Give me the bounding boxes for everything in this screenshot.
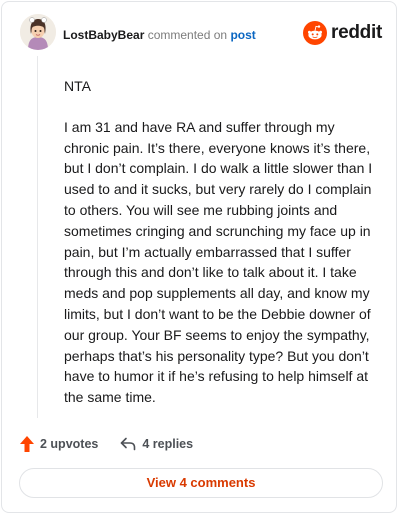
comment-header: LostBabyBear commented on post reddit [20,14,382,58]
upvote-arrow-icon [20,436,34,452]
user-avatar[interactable] [20,14,56,50]
thread-line [37,56,38,418]
cartoon-avatar-icon [20,14,56,50]
comment-card: LostBabyBear commented on post reddit NT… [1,1,397,513]
comment-footer: 2 upvotes 4 replies [20,434,193,454]
comment-paragraph: NTA [64,78,91,94]
comment-body: NTA I am 31 and have RA and suffer throu… [64,76,380,428]
upvote-count: 2 upvotes [40,437,99,451]
post-link[interactable]: post [230,28,255,42]
reply-arrow-icon [121,437,136,451]
view-comments-button[interactable]: View 4 comments [19,468,383,498]
reddit-logo[interactable]: reddit [303,20,382,46]
reddit-snoo-icon [303,21,328,45]
replies-button[interactable]: 4 replies [120,437,193,451]
upvote-button[interactable]: 2 upvotes [20,436,98,452]
reddit-wordmark: reddit [331,22,382,43]
comment-paragraph: I am 31 and have RA and suffer through m… [64,118,373,406]
attribution-action-text: commented on [147,28,228,42]
comment-attribution: LostBabyBear commented on post [63,28,256,42]
reply-count: 4 replies [142,437,194,451]
username-link[interactable]: LostBabyBear [63,28,144,42]
